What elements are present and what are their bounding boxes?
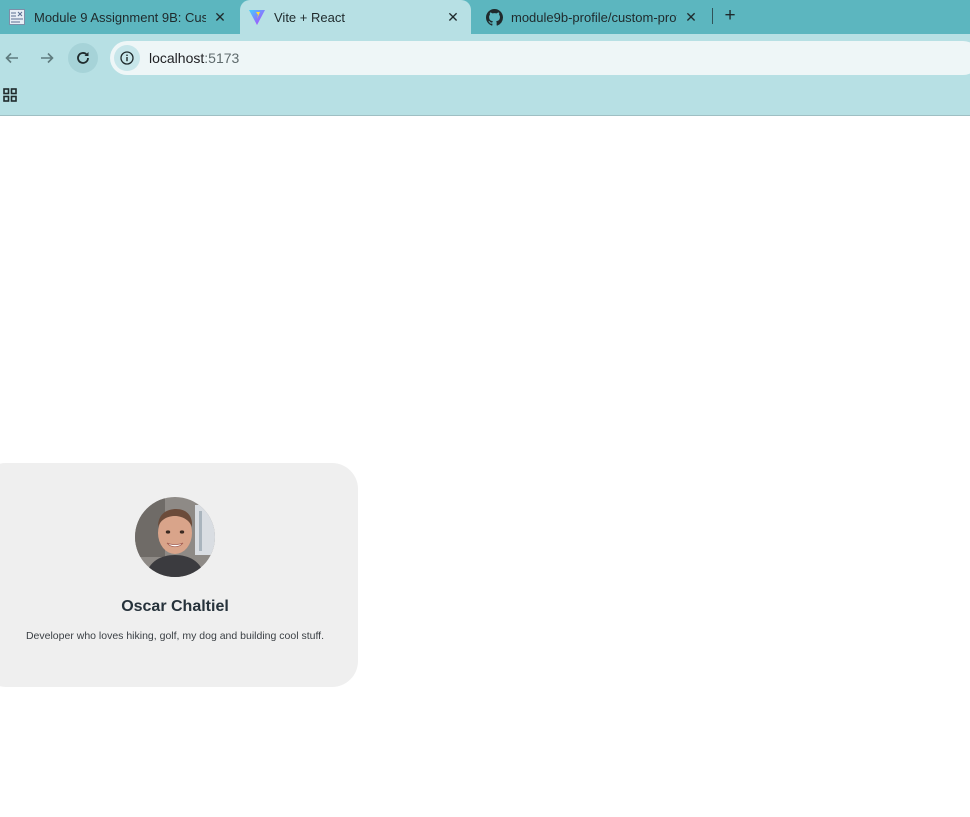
reload-button[interactable]	[68, 43, 98, 73]
reload-icon	[77, 52, 89, 64]
tab-strip: Module 9 Assignment 9B: Custo ✕ Vite + R…	[0, 0, 970, 34]
page-viewport: Oscar Chaltiel Developer who loves hikin…	[0, 116, 970, 817]
tab-title: module9b-profile/custom-profi	[511, 9, 677, 25]
tab-vite-react[interactable]: Vite + React ✕	[240, 0, 471, 34]
profile-bio: Developer who loves hiking, golf, my dog…	[25, 630, 325, 642]
browser-toolbar: localhost:5173	[0, 34, 970, 82]
address-bar[interactable]: localhost:5173	[110, 41, 970, 75]
tab-module9[interactable]: Module 9 Assignment 9B: Custo ✕	[0, 0, 238, 34]
site-info-icon[interactable]	[114, 45, 140, 71]
vite-icon	[248, 8, 266, 26]
profile-name: Oscar Chaltiel	[121, 598, 229, 615]
arrow-left-icon	[5, 52, 18, 64]
tab-title: Module 9 Assignment 9B: Custo	[34, 9, 206, 25]
new-tab-button[interactable]: +	[720, 5, 740, 27]
arrow-right-icon	[41, 52, 54, 64]
address-host: localhost	[149, 50, 205, 66]
close-icon[interactable]: ✕	[683, 9, 699, 25]
tab-title: Vite + React	[274, 9, 345, 25]
forward-button[interactable]	[32, 43, 62, 73]
github-icon	[485, 8, 503, 26]
address-port: :5173	[204, 50, 240, 66]
profile-card: Oscar Chaltiel Developer who loves hikin…	[0, 463, 358, 687]
tab-github[interactable]: module9b-profile/custom-profi ✕	[477, 0, 709, 34]
avatar	[135, 497, 215, 577]
close-icon[interactable]: ✕	[445, 9, 461, 25]
apps-grid-icon[interactable]	[3, 88, 19, 104]
address-url: localhost:5173	[149, 50, 239, 66]
module-icon	[8, 8, 26, 26]
bookmarks-bar	[0, 82, 970, 116]
back-button[interactable]	[0, 43, 27, 73]
close-icon[interactable]: ✕	[212, 9, 228, 25]
tab-divider	[712, 8, 713, 24]
